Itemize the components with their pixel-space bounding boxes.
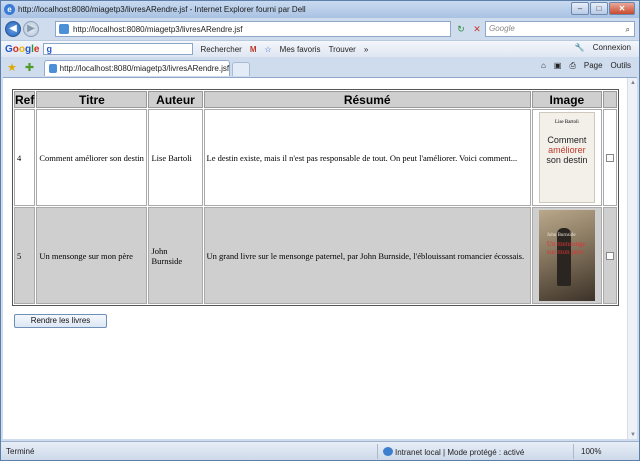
- browser-window: e http://localhost:8080/miagetp3/livresA…: [0, 0, 640, 461]
- cell-author: John Burnside: [148, 207, 203, 304]
- cell-select: [602, 207, 617, 304]
- cell-summary: Un grand livre sur le mensonge paternel,…: [203, 207, 531, 304]
- status-bar: Terminé Intranet local | Mode protégé : …: [1, 441, 639, 460]
- select-checkbox[interactable]: [605, 153, 614, 162]
- cell-title: Un mensonge sur mon père: [36, 207, 148, 304]
- forward-button[interactable]: ▶: [23, 21, 39, 37]
- page-icon: [59, 24, 69, 34]
- cell-summary: Le destin existe, mais il n'est pas resp…: [203, 109, 531, 206]
- header-author: Auteur: [148, 91, 203, 108]
- favorites-star-icon[interactable]: ★: [7, 60, 17, 76]
- ie-logo-icon: e: [4, 4, 15, 15]
- google-search-input[interactable]: g: [43, 43, 194, 55]
- header-image: Image: [531, 91, 602, 108]
- home-icon[interactable]: ⌂: [541, 61, 546, 71]
- zoom-level[interactable]: 100%: [581, 447, 601, 456]
- settings-wrench-icon[interactable]: 🔧: [575, 43, 585, 52]
- scroll-down-icon[interactable]: ▼: [629, 431, 637, 439]
- books-table: Ref Titre Auteur Résumé Image 4 Comment …: [12, 89, 619, 306]
- status-divider: [573, 444, 574, 459]
- cell-author: Lise Bartoli: [148, 109, 203, 206]
- page-menu[interactable]: Page: [584, 61, 603, 71]
- gmail-icon[interactable]: M: [250, 45, 257, 54]
- header-summary: Résumé: [203, 91, 531, 108]
- status-divider: [377, 444, 378, 459]
- add-favorite-icon[interactable]: ✚: [25, 60, 34, 76]
- google-logo: Google: [5, 43, 40, 55]
- window-title: http://localhost:8080/miagetp3/livresARe…: [18, 5, 306, 14]
- cell-image: John Burnside Un mensonge sur mon père: [531, 207, 602, 304]
- page-content: Ref Titre Auteur Résumé Image 4 Comment …: [3, 77, 637, 439]
- search-input[interactable]: Google ⌕: [485, 21, 635, 37]
- google-search-button[interactable]: Rechercher: [200, 45, 241, 54]
- tools-menu[interactable]: Outils: [611, 61, 631, 71]
- cover-title: Comment améliorer son destin: [546, 135, 588, 165]
- security-zone[interactable]: Intranet local | Mode protégé : activé: [383, 447, 524, 457]
- command-bar: ⌂ ▣ ⎙ Page Outils: [541, 61, 631, 71]
- search-placeholder: Google: [489, 24, 515, 33]
- table-row: 5 Un mensonge sur mon père John Burnside…: [14, 207, 617, 304]
- globe-icon: [383, 447, 393, 456]
- cell-ref: 5: [14, 207, 36, 304]
- vertical-scrollbar[interactable]: ▲ ▼: [627, 78, 637, 439]
- refresh-icon[interactable]: ↻: [454, 21, 468, 37]
- close-button[interactable]: ✕: [609, 2, 635, 15]
- maximize-button[interactable]: □: [590, 2, 608, 15]
- bookmark-star-icon[interactable]: ☆: [264, 45, 271, 54]
- cover-title: Un mensonge sur mon père: [546, 240, 586, 256]
- favorites-button[interactable]: Mes favoris: [280, 45, 321, 54]
- google-toolbar: Google g Rechercher M ☆ Mes favoris Trou…: [1, 40, 639, 57]
- address-url: http://localhost:8080/miagetp3/livresARe…: [73, 24, 243, 34]
- select-checkbox[interactable]: [605, 251, 614, 260]
- cell-select: [602, 109, 617, 206]
- back-button[interactable]: ◀: [5, 21, 21, 37]
- header-ref: Ref: [14, 91, 36, 108]
- connect-button[interactable]: Connexion: [593, 43, 631, 52]
- header-title: Titre: [36, 91, 148, 108]
- return-books-button[interactable]: Rendre les livres: [14, 314, 107, 328]
- address-toolbar: ◀ ▶ http://localhost:8080/miagetp3/livre…: [1, 18, 639, 40]
- tab-title: http://localhost:8080/miagetp3/livresARe…: [59, 64, 230, 73]
- stop-icon[interactable]: ✕: [470, 21, 484, 37]
- print-icon[interactable]: ⎙: [569, 61, 575, 71]
- search-icon[interactable]: ⌕: [626, 23, 630, 37]
- address-input[interactable]: http://localhost:8080/miagetp3/livresARe…: [55, 21, 451, 37]
- cell-ref: 4: [14, 109, 36, 206]
- page-icon: [49, 64, 57, 73]
- cover-author: Lise Bartoli: [555, 120, 579, 125]
- more-button[interactable]: »: [364, 45, 368, 54]
- header-select: [602, 91, 617, 108]
- minimize-button[interactable]: –: [571, 2, 589, 15]
- cover-author: John Burnside: [546, 233, 576, 238]
- cell-title: Comment améliorer son destin: [36, 109, 148, 206]
- book-cover-image: John Burnside Un mensonge sur mon père: [538, 210, 595, 301]
- scroll-up-icon[interactable]: ▲: [629, 79, 637, 87]
- book-cover-image: Lise Bartoli Comment améliorer son desti…: [538, 112, 595, 203]
- table-row: 4 Comment améliorer son destin Lise Bart…: [14, 109, 617, 206]
- tab-current[interactable]: http://localhost:8080/miagetp3/livresARe…: [44, 60, 231, 76]
- title-bar: e http://localhost:8080/miagetp3/livresA…: [1, 1, 639, 18]
- find-button[interactable]: Trouver: [329, 45, 356, 54]
- feeds-icon[interactable]: ▣: [554, 61, 562, 71]
- new-tab-button[interactable]: [232, 62, 251, 76]
- status-text: Terminé: [6, 447, 35, 456]
- cell-image: Lise Bartoli Comment améliorer son desti…: [531, 109, 602, 206]
